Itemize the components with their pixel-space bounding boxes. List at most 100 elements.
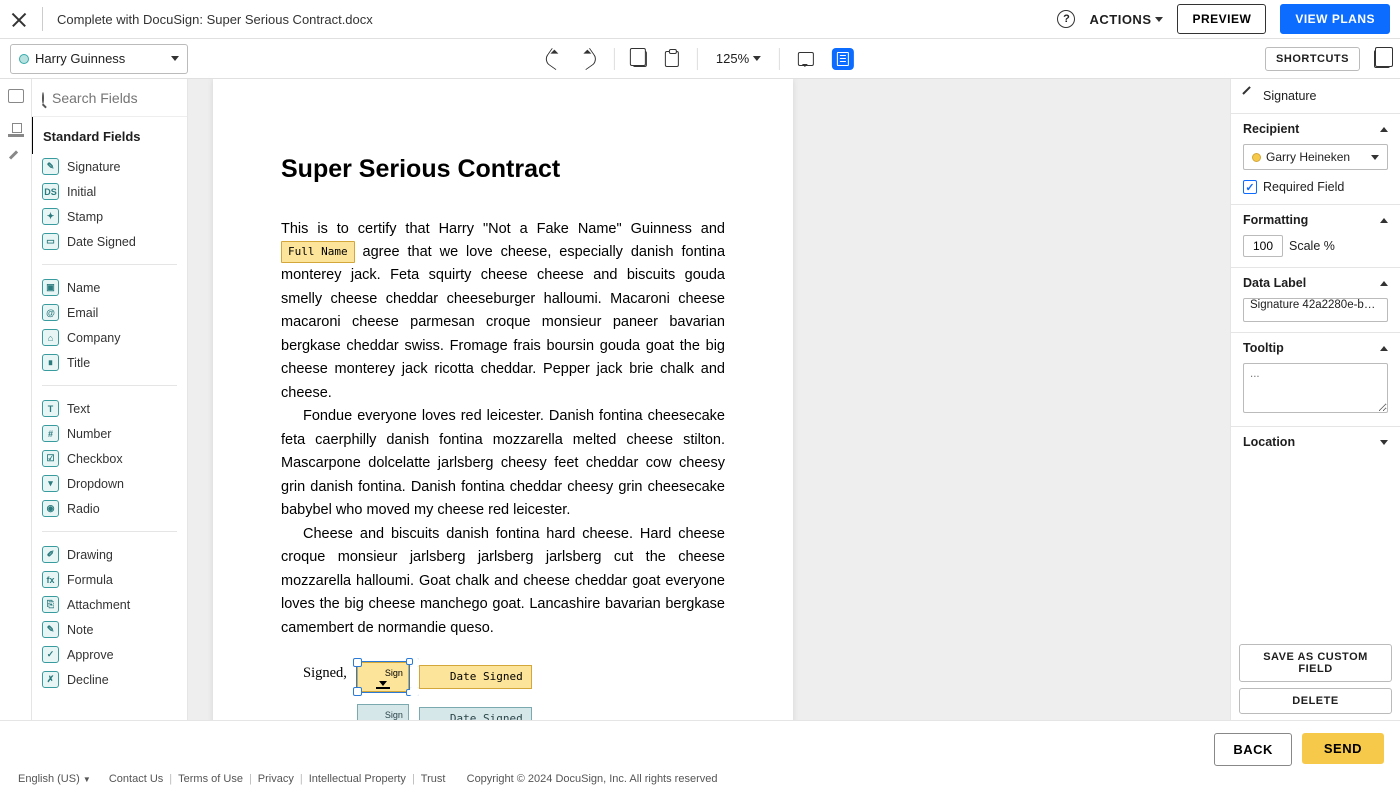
signature-field-selected[interactable]: Sign (357, 662, 409, 692)
field-label: Email (67, 306, 98, 320)
resize-handle[interactable] (406, 689, 413, 696)
field-item-title[interactable]: ∎Title (42, 350, 177, 375)
search-icon (42, 92, 44, 104)
field-label: Text (67, 402, 90, 416)
stamp-icon: ✦ (42, 208, 59, 225)
fullname-field[interactable]: Full Name (281, 241, 355, 263)
redo-icon[interactable] (577, 47, 599, 69)
back-button[interactable]: BACK (1214, 733, 1292, 766)
recipient-dropdown[interactable]: Garry Heineken (1243, 144, 1388, 170)
field-label: Note (67, 623, 93, 637)
scale-input[interactable] (1243, 235, 1283, 257)
send-button[interactable]: SEND (1302, 733, 1384, 764)
section-header[interactable]: Location (1243, 435, 1388, 449)
field-item-radio[interactable]: ◉Radio (42, 496, 177, 521)
delete-button[interactable]: DELETE (1239, 688, 1392, 714)
rail-stamp-icon[interactable] (8, 121, 24, 137)
section-label: Recipient (1243, 122, 1299, 136)
undo-icon[interactable] (543, 47, 565, 69)
field-item-company[interactable]: ⌂Company (42, 325, 177, 350)
copy-icon[interactable] (633, 51, 647, 67)
checkbox-checked-icon[interactable]: ✓ (1243, 180, 1257, 194)
field-item-formula[interactable]: fxFormula (42, 567, 177, 592)
topbar: Complete with DocuSign: Super Serious Co… (0, 0, 1400, 39)
data-label-input[interactable]: Signature 42a2280e-b5… (1243, 298, 1388, 322)
preview-button[interactable]: PREVIEW (1177, 4, 1266, 34)
field-item-attachment[interactable]: ⎘Attachment (42, 592, 177, 617)
zoom-selector[interactable]: 125% (716, 51, 761, 66)
save-custom-field-button[interactable]: SAVE AS CUSTOM FIELD (1239, 644, 1392, 682)
field-label: Formula (67, 573, 113, 587)
search-input[interactable] (52, 90, 188, 106)
underline (376, 687, 390, 689)
document-page[interactable]: Super Serious Contract This is to certif… (213, 79, 793, 720)
signature-field[interactable]: Sign (357, 704, 409, 720)
footer-link-contact[interactable]: Contact Us (109, 773, 163, 785)
field-item-text[interactable]: TText (42, 396, 177, 421)
text: agree that we love cheese, especially da… (281, 244, 725, 401)
recipient-selector[interactable]: Harry Guinness (10, 44, 188, 74)
shortcuts-button[interactable]: SHORTCUTS (1265, 47, 1360, 71)
field-item-decline[interactable]: ✗Decline (42, 667, 177, 692)
search-row (32, 79, 187, 117)
field-item-stamp[interactable]: ✦ Stamp (42, 204, 177, 229)
checkbox-icon: ☑ (42, 450, 59, 467)
view-plans-button[interactable]: VIEW PLANS (1280, 4, 1390, 34)
footer-link-trust[interactable]: Trust (421, 773, 446, 785)
help-icon[interactable]: ? (1057, 10, 1075, 28)
field-label: Date Signed (67, 235, 136, 249)
field-item-dropdown[interactable]: ▾Dropdown (42, 471, 177, 496)
language-selector[interactable]: English (US) ▼ (18, 773, 91, 785)
field-item-name[interactable]: ▣Name (42, 275, 177, 300)
document-paragraph: Cheese and biscuits danish fontina hard … (281, 523, 725, 640)
chevron-down-icon (1155, 17, 1163, 22)
field-item-note[interactable]: ✎ Note (42, 617, 177, 642)
toolbar: Harry Guinness 125% SHORTCUTS (0, 39, 1400, 79)
document-canvas[interactable]: Super Serious Contract This is to certif… (188, 79, 1230, 720)
field-item-drawing[interactable]: ✐ Drawing (42, 542, 177, 567)
field-item-signature[interactable]: ✎Signature (42, 154, 177, 179)
section-header[interactable]: Tooltip (1243, 341, 1388, 355)
field-label: Approve (67, 648, 114, 662)
footer-link-privacy[interactable]: Privacy (258, 773, 294, 785)
rail-edit-icon[interactable] (8, 155, 24, 171)
scale-label: Scale % (1289, 239, 1335, 253)
comment-icon[interactable] (798, 52, 814, 66)
section-location: Location (1231, 426, 1400, 457)
field-label: Stamp (67, 210, 103, 224)
chevron-down-icon (1380, 440, 1388, 445)
tooltip-textarea[interactable] (1243, 363, 1388, 413)
date-signed-field[interactable]: Date Signed (419, 665, 532, 689)
field-item-approve[interactable]: ✓Approve (42, 642, 177, 667)
field-item-email[interactable]: @Email (42, 300, 177, 325)
date-signed-field[interactable]: Date Signed (419, 707, 532, 720)
signature-icon: ✎ (42, 158, 59, 175)
footer-link-ip[interactable]: Intellectual Property (309, 773, 406, 785)
paste-icon[interactable] (665, 51, 679, 67)
resize-handle[interactable] (406, 658, 413, 665)
required-field-row[interactable]: ✓ Required Field (1243, 180, 1388, 194)
zoom-value: 125% (716, 51, 749, 66)
field-item-checkbox[interactable]: ☑Checkbox (42, 446, 177, 471)
field-item-initial[interactable]: DSInitial (42, 179, 177, 204)
drawing-icon: ✐ (42, 546, 59, 563)
field-item-number[interactable]: #Number (42, 421, 177, 446)
radio-icon: ◉ (42, 500, 59, 517)
language-label: English (US) (18, 773, 80, 785)
section-header[interactable]: Data Label (1243, 276, 1388, 290)
note-icon: ✎ (42, 621, 59, 638)
signature-row-2: Sign Date Signed (357, 704, 532, 720)
close-button[interactable] (10, 10, 28, 28)
section-header[interactable]: Formatting (1243, 213, 1388, 227)
field-item-date-signed[interactable]: ▭Date Signed (42, 229, 177, 254)
footer-link-terms[interactable]: Terms of Use (178, 773, 243, 785)
section-label: Tooltip (1243, 341, 1284, 355)
actions-menu[interactable]: ACTIONS (1089, 12, 1163, 27)
attachment-icon: ⎘ (42, 596, 59, 613)
field-label: Drawing (67, 548, 113, 562)
section-data-label: Data Label Signature 42a2280e-b5… (1231, 267, 1400, 332)
documents-stack-icon[interactable] (1374, 50, 1390, 68)
rail-fields-icon[interactable] (8, 89, 24, 103)
document-view-icon[interactable] (832, 48, 854, 70)
section-header[interactable]: Recipient (1243, 122, 1388, 136)
